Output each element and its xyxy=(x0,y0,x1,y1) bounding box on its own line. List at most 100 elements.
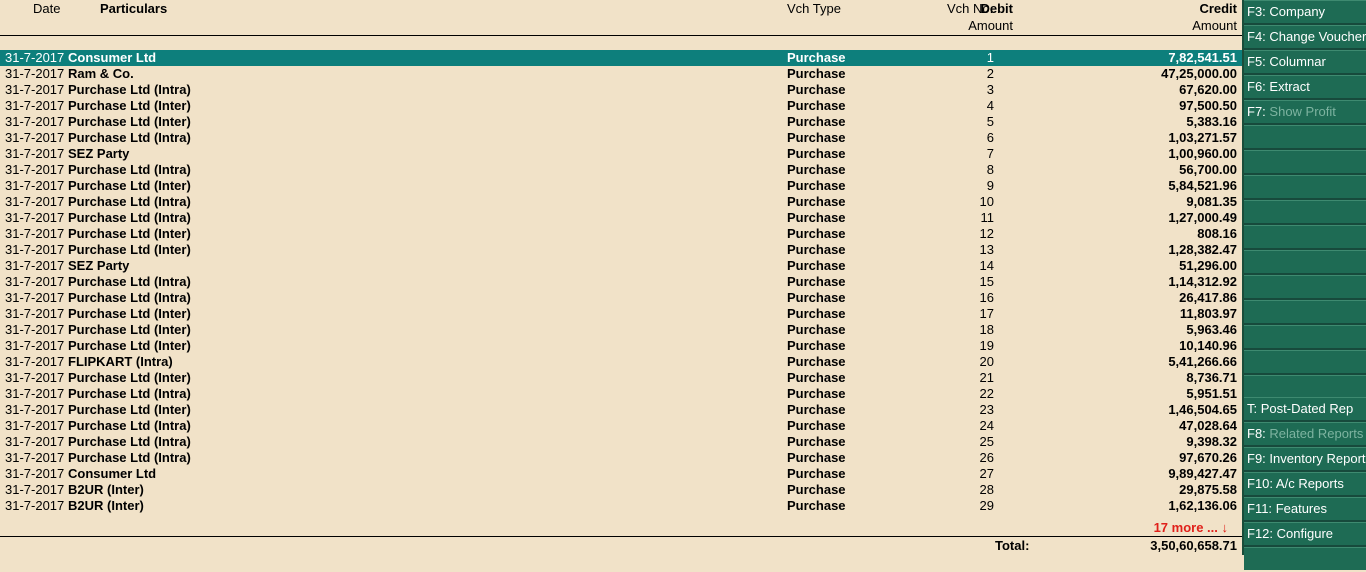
table-row[interactable]: 31-7-2017 Purchase Ltd (Inter) Purchase 19 1… xyxy=(0,338,1242,354)
row-vch-type: Purchase xyxy=(787,210,846,225)
total-divider xyxy=(0,536,1242,537)
row-credit-amount: 47,028.64 xyxy=(1179,418,1237,433)
row-particulars: Purchase Ltd (Inter) xyxy=(68,226,191,241)
table-row[interactable]: 31-7-2017 Purchase Ltd (Intra) Purchase 15 1… xyxy=(0,274,1242,290)
table-row[interactable]: 31-7-2017 B2UR (Inter) Purchase 28 29,875.58 xyxy=(0,482,1242,498)
row-vch-type: Purchase xyxy=(787,242,846,257)
row-particulars: Purchase Ltd (Intra) xyxy=(68,82,191,97)
row-vch-no: 29 xyxy=(979,498,994,513)
empty-button-slot xyxy=(1244,350,1366,373)
button-show-profit[interactable]: F7: Show Profit xyxy=(1244,100,1366,123)
row-vch-no: 6 xyxy=(986,130,994,145)
row-credit-amount: 1,14,312.92 xyxy=(1168,274,1237,289)
header-particulars: Particulars xyxy=(100,1,168,16)
table-row[interactable]: 31-7-2017 Purchase Ltd (Inter) Purchase 21 8… xyxy=(0,370,1242,386)
row-particulars: Purchase Ltd (Intra) xyxy=(68,194,191,209)
row-date: 31-7-2017 xyxy=(5,290,65,305)
row-vch-type: Purchase xyxy=(787,434,846,449)
table-row[interactable]: 31-7-2017 Purchase Ltd (Inter) Purchase 17 1… xyxy=(0,306,1242,322)
row-particulars: Consumer Ltd xyxy=(68,50,157,65)
button-features[interactable]: F11: Features xyxy=(1244,497,1366,520)
row-credit-amount: 1,28,382.47 xyxy=(1168,242,1237,257)
button-a-c-reports[interactable]: F10: A/c Reports xyxy=(1244,472,1366,495)
row-date: 31-7-2017 xyxy=(5,50,65,65)
button-key: T: xyxy=(1247,401,1258,416)
row-credit-amount: 67,620.00 xyxy=(1179,82,1237,97)
row-vch-no: 2 xyxy=(986,66,994,81)
button-bar-top: F3: Company F4: Change Voucher F5: Columna… xyxy=(1244,0,1366,398)
row-credit-amount: 51,296.00 xyxy=(1179,258,1237,273)
row-vch-type: Purchase xyxy=(787,50,846,65)
row-credit-amount: 1,27,000.49 xyxy=(1168,210,1237,225)
button-label: A/c Reports xyxy=(1275,476,1344,491)
table-row[interactable]: 31-7-2017 Purchase Ltd (Inter) Purchase 13 1… xyxy=(0,242,1242,258)
more-indicator[interactable]: 17 more ... ↓ xyxy=(1154,520,1228,535)
row-particulars: Purchase Ltd (Intra) xyxy=(68,274,191,289)
table-row[interactable]: 31-7-2017 Purchase Ltd (Inter) Purchase 18 5… xyxy=(0,322,1242,338)
table-row[interactable]: 31-7-2017 Ram & Co. Purchase 2 47,25,000.00 xyxy=(0,66,1242,82)
table-row[interactable]: 31-7-2017 Purchase Ltd (Intra) Purchase 25 9… xyxy=(0,434,1242,450)
row-particulars: Purchase Ltd (Intra) xyxy=(68,386,191,401)
row-vch-no: 18 xyxy=(979,322,994,337)
table-row[interactable]: 31-7-2017 Purchase Ltd (Intra) Purchase 8 56… xyxy=(0,162,1242,178)
row-credit-amount: 5,41,266.66 xyxy=(1168,354,1237,369)
button-configure[interactable]: F12: Configure xyxy=(1244,522,1366,545)
button-change-voucher[interactable]: F4: Change Voucher xyxy=(1244,25,1366,48)
table-row[interactable]: 31-7-2017 B2UR (Inter) Purchase 29 1,62,136.… xyxy=(0,498,1242,514)
table-row[interactable]: 31-7-2017 Purchase Ltd (Intra) Purchase 6 1,… xyxy=(0,130,1242,146)
button-columnar[interactable]: F5: Columnar xyxy=(1244,50,1366,73)
row-date: 31-7-2017 xyxy=(5,162,65,177)
row-vch-type: Purchase xyxy=(787,194,846,209)
button-key: F9: xyxy=(1247,451,1266,466)
row-credit-amount: 5,84,521.96 xyxy=(1168,178,1237,193)
button-company[interactable]: F3: Company xyxy=(1244,0,1366,23)
row-credit-amount: 9,398.32 xyxy=(1186,434,1237,449)
row-credit-amount: 7,82,541.51 xyxy=(1168,50,1237,65)
row-date: 31-7-2017 xyxy=(5,114,65,129)
button-post-dated-rep[interactable]: T: Post-Dated Rep xyxy=(1244,397,1366,420)
table-row[interactable]: 31-7-2017 SEZ Party Purchase 7 1,00,960.00 xyxy=(0,146,1242,162)
table-row[interactable]: 31-7-2017 Purchase Ltd (Inter) Purchase 4 97… xyxy=(0,98,1242,114)
button-label: Inventory Reports xyxy=(1269,451,1366,466)
table-row[interactable]: 31-7-2017 Purchase Ltd (Intra) Purchase 22 5… xyxy=(0,386,1242,402)
row-credit-amount: 26,417.86 xyxy=(1179,290,1237,305)
table-row[interactable]: 31-7-2017 SEZ Party Purchase 14 51,296.00 xyxy=(0,258,1242,274)
button-label: Columnar xyxy=(1269,54,1326,69)
button-related-reports[interactable]: F8: Related Reports xyxy=(1244,422,1366,445)
table-row[interactable]: 31-7-2017 Purchase Ltd (Inter) Purchase 23 1… xyxy=(0,402,1242,418)
total-label: Total: xyxy=(995,538,1030,553)
row-credit-amount: 5,963.46 xyxy=(1186,322,1237,337)
button-extract[interactable]: F6: Extract xyxy=(1244,75,1366,98)
button-inventory-reports[interactable]: F9: Inventory Reports xyxy=(1244,447,1366,470)
table-row[interactable]: 31-7-2017 Purchase Ltd (Inter) Purchase 5 5,… xyxy=(0,114,1242,130)
empty-button-slot xyxy=(1244,325,1366,348)
row-date: 31-7-2017 xyxy=(5,226,65,241)
row-date: 31-7-2017 xyxy=(5,402,65,417)
table-row[interactable]: 31-7-2017 Consumer Ltd Purchase 1 7,82,541.5… xyxy=(0,50,1242,66)
table-row[interactable]: 31-7-2017 Purchase Ltd (Intra) Purchase 11 1… xyxy=(0,210,1242,226)
row-credit-amount: 56,700.00 xyxy=(1179,162,1237,177)
table-row[interactable]: 31-7-2017 Purchase Ltd (Inter) Purchase 12 8… xyxy=(0,226,1242,242)
table-row[interactable]: 31-7-2017 Consumer Ltd Purchase 27 9,89,427.… xyxy=(0,466,1242,482)
row-vch-type: Purchase xyxy=(787,370,846,385)
table-row[interactable]: 31-7-2017 Purchase Ltd (Inter) Purchase 9 5,… xyxy=(0,178,1242,194)
table-row[interactable]: 31-7-2017 Purchase Ltd (Intra) Purchase 16 2… xyxy=(0,290,1242,306)
table-row[interactable]: 31-7-2017 Purchase Ltd (Intra) Purchase 24 4… xyxy=(0,418,1242,434)
button-key: F3: xyxy=(1247,4,1266,19)
row-credit-amount: 1,03,271.57 xyxy=(1168,130,1237,145)
table-row[interactable]: 31-7-2017 Purchase Ltd (Intra) Purchase 3 67… xyxy=(0,82,1242,98)
row-vch-no: 9 xyxy=(986,178,994,193)
button-label: Configure xyxy=(1276,526,1334,541)
row-vch-no: 4 xyxy=(986,98,994,113)
table-row[interactable]: 31-7-2017 Purchase Ltd (Intra) Purchase 10 9… xyxy=(0,194,1242,210)
table-row[interactable]: 31-7-2017 FLIPKART (Intra) Purchase 20 5,41,… xyxy=(0,354,1242,370)
row-date: 31-7-2017 xyxy=(5,66,65,81)
row-vch-no: 28 xyxy=(979,482,994,497)
button-label: Extract xyxy=(1269,79,1310,94)
row-vch-type: Purchase xyxy=(787,450,846,465)
row-vch-no: 11 xyxy=(980,210,995,225)
table-row[interactable]: 31-7-2017 Purchase Ltd (Intra) Purchase 26 9… xyxy=(0,450,1242,466)
header-credit-amount: Amount xyxy=(1192,18,1237,33)
row-date: 31-7-2017 xyxy=(5,386,65,401)
row-particulars: Purchase Ltd (Inter) xyxy=(68,114,191,129)
